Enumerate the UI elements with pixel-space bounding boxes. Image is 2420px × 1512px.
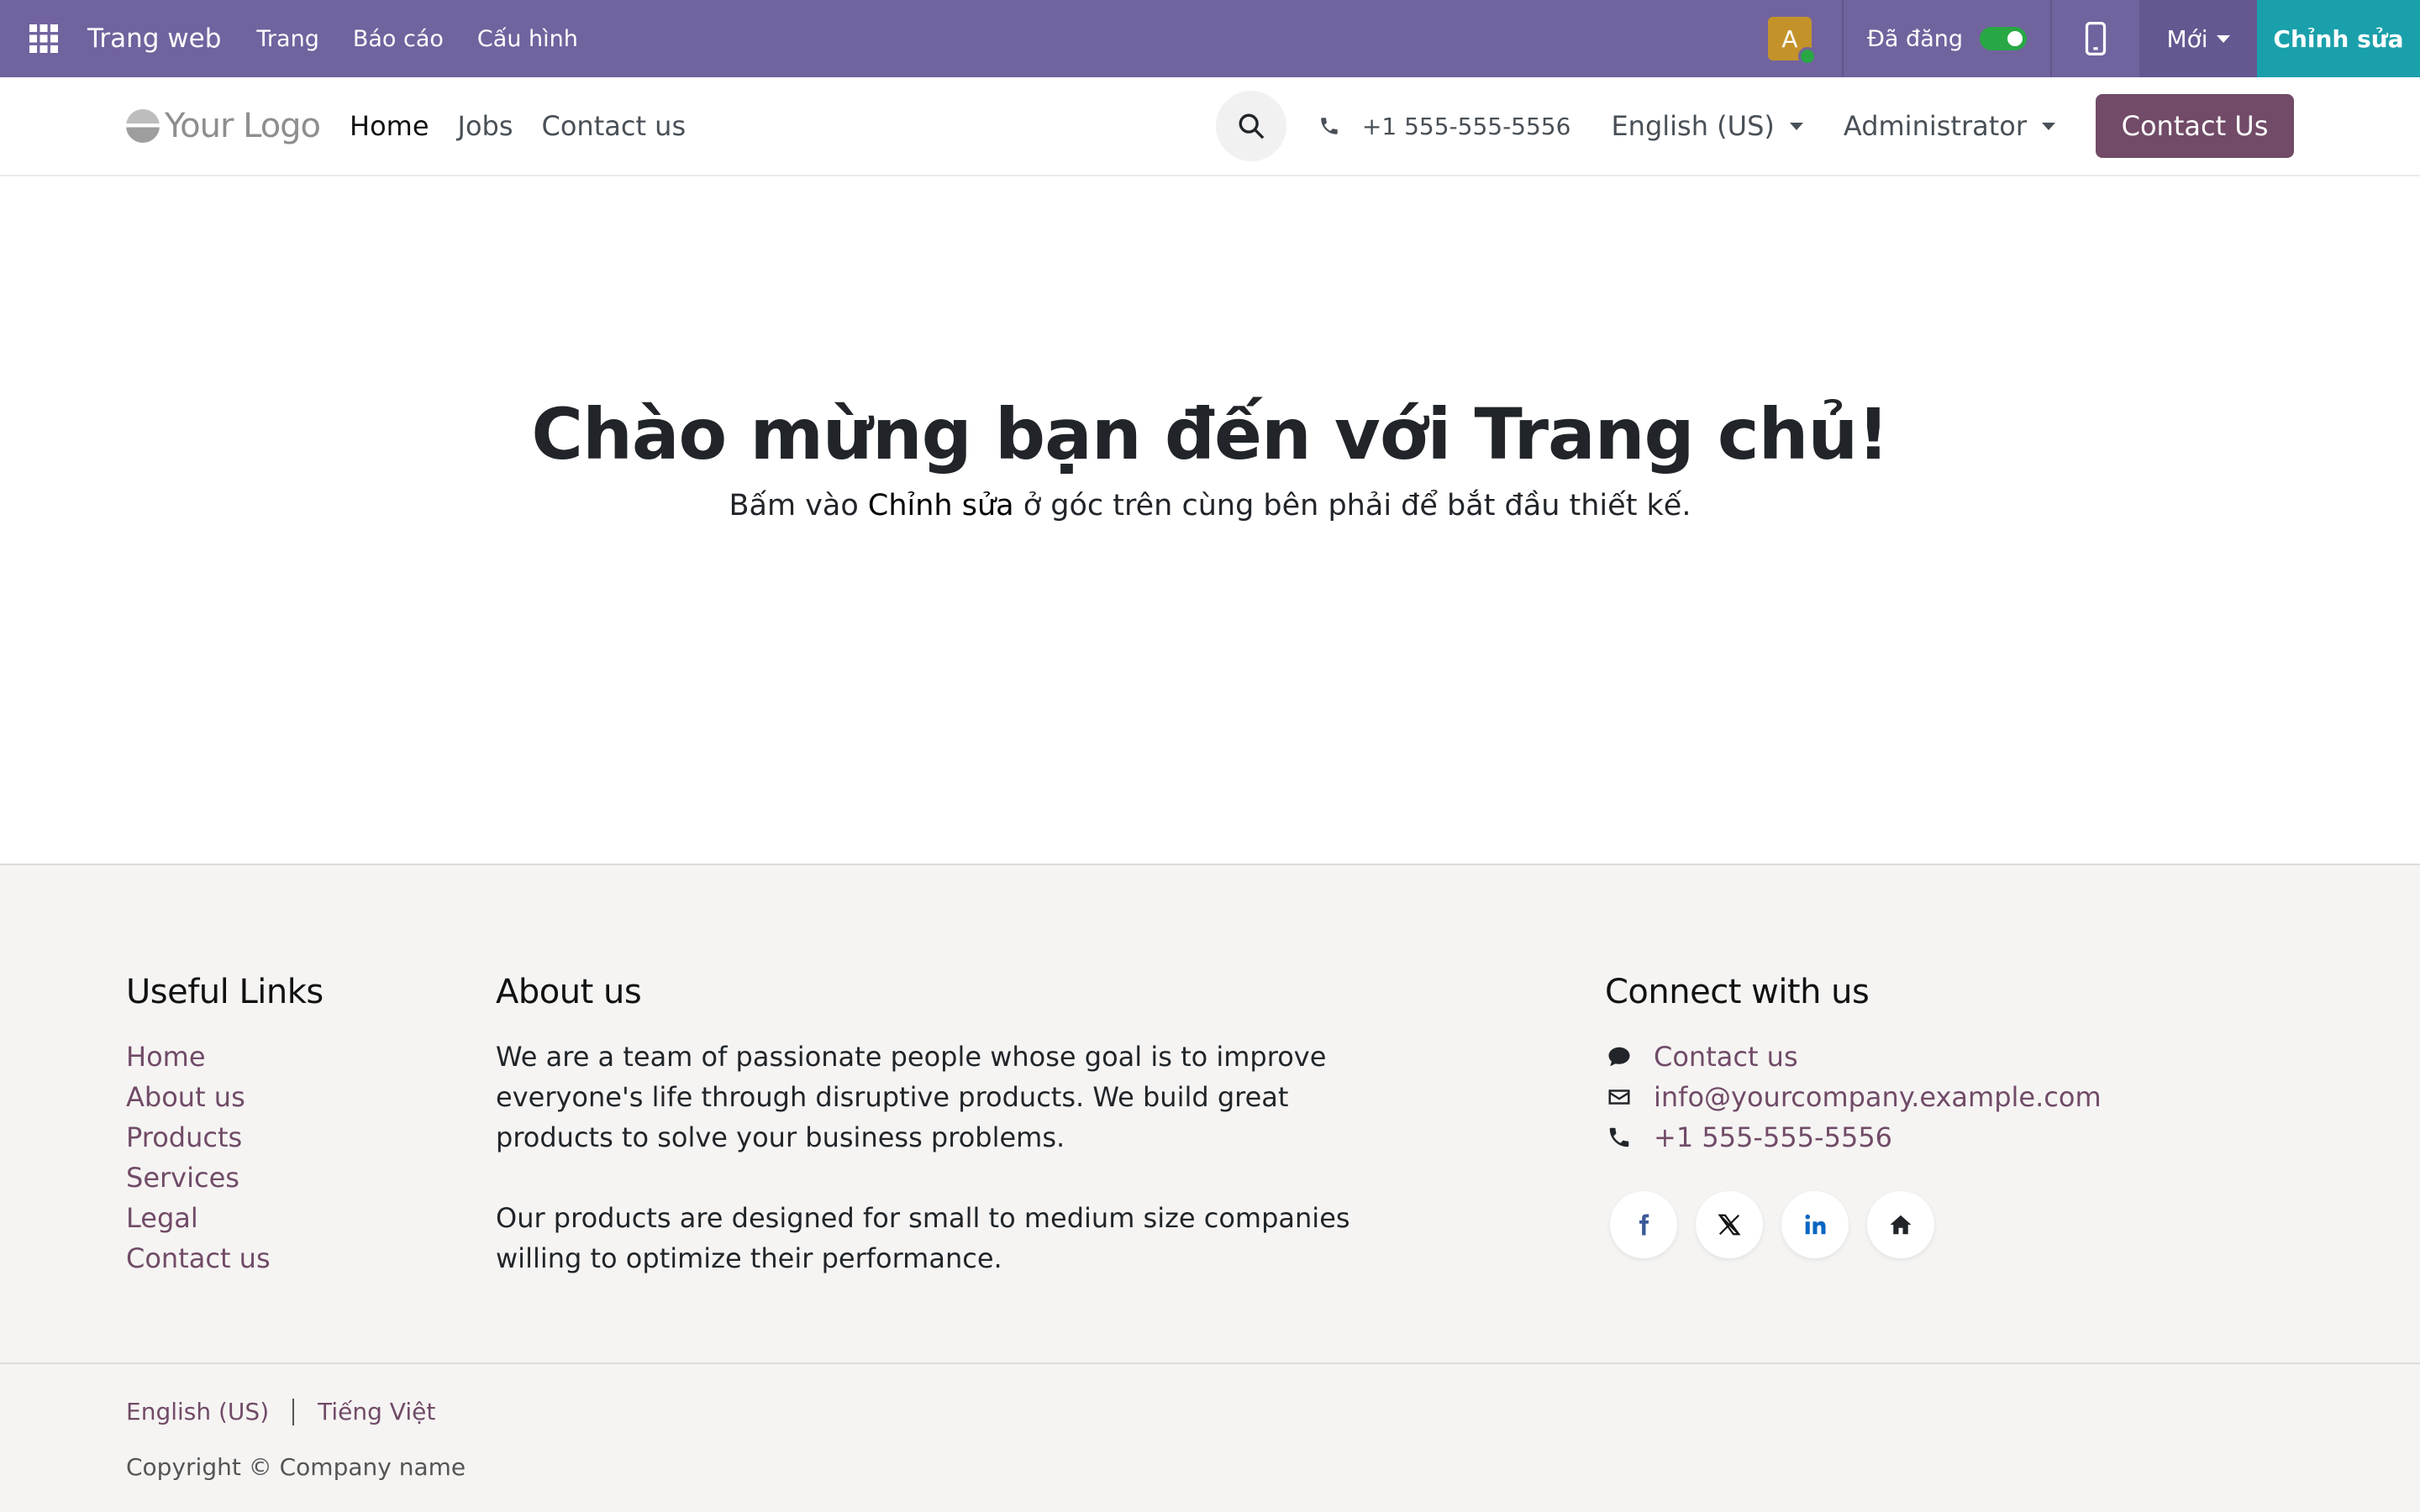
logo-mark-icon [126, 109, 160, 143]
site-logo[interactable]: Your Logo [126, 107, 321, 145]
footer-link-home[interactable]: Home [126, 1037, 324, 1077]
caret-down-icon [2216, 34, 2230, 43]
copyright-bar: English (US) Tiếng Việt Copyright © Comp… [0, 1362, 2420, 1512]
caret-down-icon [1789, 122, 1803, 130]
hero-sub-prefix: Bấm vào [729, 489, 868, 522]
online-status-dot [1798, 47, 1817, 66]
footer-link-services[interactable]: Services [126, 1158, 324, 1198]
comment-icon [1605, 1042, 1634, 1071]
user-avatar[interactable]: A [1768, 17, 1817, 66]
new-button[interactable]: Mới [2139, 0, 2257, 77]
contact-us-button[interactable]: Contact Us [2096, 94, 2294, 158]
connect-phone[interactable]: +1 555-555-5556 [1605, 1117, 2102, 1158]
footer-link-contact-us[interactable]: Contact us [126, 1238, 324, 1278]
avatar-initial: A [1781, 24, 1798, 53]
user-name: Administrator [1843, 110, 2027, 142]
useful-links-column: Useful Links Home About us Products Serv… [126, 973, 324, 1278]
hero-title-suffix: ! [1857, 393, 1889, 475]
about-column: About us We are a team of passionate peo… [496, 973, 1378, 1278]
website-header: Your Logo Home Jobs Contact us +1 555-55… [0, 77, 2420, 176]
nav-contact-us[interactable]: Contact us [542, 110, 687, 142]
search-button[interactable] [1215, 91, 1286, 161]
edit-button[interactable]: Chỉnh sửa [2257, 0, 2420, 77]
about-title: About us [496, 973, 642, 1011]
footer-link-products[interactable]: Products [126, 1117, 324, 1158]
phone-icon [1605, 1123, 1634, 1152]
language-vietnamese[interactable]: Tiếng Việt [318, 1398, 435, 1425]
user-dropdown[interactable]: Administrator [1844, 110, 2055, 142]
phone-icon [1321, 118, 1338, 134]
hero-sub-bold: Chỉnh sửa [867, 489, 1014, 522]
connect-text: +1 555-555-5556 [1654, 1121, 1893, 1153]
header-phone[interactable]: +1 555-555-5556 [1318, 112, 1571, 140]
connect-email[interactable]: info@yourcompany.example.com [1605, 1077, 2102, 1117]
footer-link-legal[interactable]: Legal [126, 1198, 324, 1238]
about-paragraph: We are a team of passionate people whose… [496, 1041, 1327, 1153]
admin-menu-pages[interactable]: Trang [256, 26, 318, 52]
about-paragraph: Our products are designed for small to m… [496, 1202, 1350, 1274]
phone-number: +1 555-555-5556 [1361, 112, 1571, 140]
footer: Useful Links Home About us Products Serv… [0, 864, 2420, 1364]
admin-menu-reports[interactable]: Báo cáo [353, 26, 444, 52]
new-button-label: Mới [2166, 24, 2208, 53]
admin-menu-configuration[interactable]: Cấu hình [477, 26, 578, 52]
admin-navbar: Trang web Trang Báo cáo Cấu hình A Đã đă… [0, 0, 2420, 77]
language-label: English (US) [1611, 110, 1775, 142]
hero-section: Chào mừng bạn đến với Trang chủ! Bấm vào… [0, 176, 2420, 864]
linkedin-icon[interactable] [1781, 1191, 1849, 1258]
envelope-icon [1605, 1083, 1634, 1111]
hero-title-prefix: Chào mừng bạn đến với [531, 393, 1475, 475]
connect-text: info@yourcompany.example.com [1654, 1081, 2102, 1113]
hero-title: Chào mừng bạn đến với Trang chủ! [0, 393, 2420, 475]
published-label: Đã đăng [1867, 25, 1963, 52]
caret-down-icon [2042, 122, 2055, 130]
apps-grid-icon[interactable] [0, 0, 87, 77]
home-icon[interactable] [1867, 1191, 1934, 1258]
connect-column: Connect with us Contact us info@yourcomp… [1605, 973, 2102, 1258]
publish-switch[interactable] [1980, 27, 2027, 50]
footer-language-selector: English (US) Tiếng Việt [126, 1398, 435, 1425]
language-english[interactable]: English (US) [126, 1398, 269, 1425]
mobile-preview-icon[interactable] [2052, 0, 2139, 77]
switch-knob [2007, 31, 2023, 46]
social-links [1610, 1191, 2102, 1258]
nav-jobs[interactable]: Jobs [458, 110, 513, 142]
hero-title-bold: Trang chủ [1474, 393, 1859, 475]
language-dropdown[interactable]: English (US) [1611, 110, 1803, 142]
publish-toggle[interactable]: Đã đăng [1844, 0, 2050, 77]
connect-contact-us[interactable]: Contact us [1605, 1037, 2102, 1077]
divider [292, 1398, 295, 1425]
hero-sub-suffix: ở góc trên cùng bên phải để bắt đầu thiế… [1013, 489, 1691, 522]
facebook-icon[interactable] [1610, 1191, 1677, 1258]
connect-text: Contact us [1654, 1041, 1798, 1073]
copyright-text: Copyright © Company name [126, 1453, 466, 1481]
logo-text: Your Logo [165, 107, 321, 145]
x-twitter-icon[interactable] [1696, 1191, 1763, 1258]
connect-title: Connect with us [1605, 973, 1870, 1011]
hero-subtitle: Bấm vào Chỉnh sửa ở góc trên cùng bên ph… [0, 489, 2420, 522]
search-icon [1239, 113, 1265, 139]
admin-app-title[interactable]: Trang web [87, 24, 221, 54]
footer-link-about-us[interactable]: About us [126, 1077, 324, 1117]
nav-home[interactable]: Home [350, 110, 429, 142]
useful-links-title: Useful Links [126, 973, 324, 1011]
